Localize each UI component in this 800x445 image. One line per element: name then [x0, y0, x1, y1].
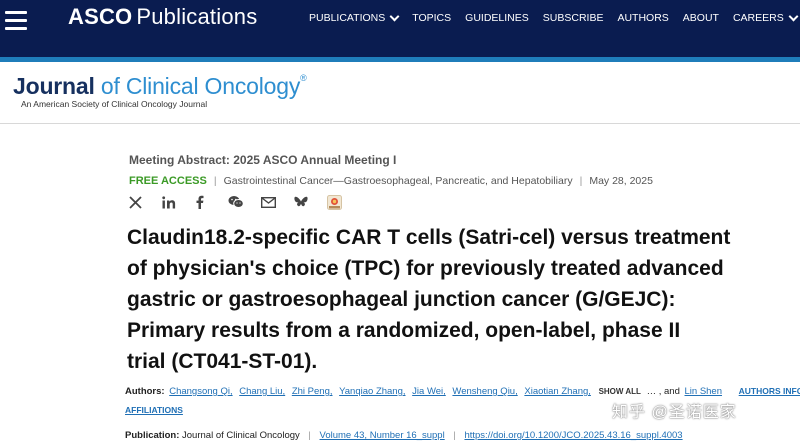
- separator: |: [579, 175, 583, 187]
- top-navigation-bar: ASCO Publications PUBLICATIONS TOPICS GUI…: [0, 0, 800, 57]
- title-line: of physician's choice (TPC) for previous…: [127, 257, 724, 280]
- publication-journal: Journal of Clinical Oncology: [182, 430, 300, 441]
- brand-rest: Publications: [136, 4, 258, 29]
- header-divider: [0, 123, 800, 124]
- watermark: 知乎 @圣诺医家: [612, 404, 737, 421]
- asco-publications-logo[interactable]: ASCO Publications: [68, 4, 257, 30]
- nav-label: GUIDELINES: [465, 12, 529, 24]
- nav-label: AUTHORS: [617, 12, 669, 24]
- nav-guidelines[interactable]: GUIDELINES: [465, 12, 529, 24]
- show-all-authors-button[interactable]: SHOW ALL: [599, 387, 641, 396]
- nav-careers[interactable]: CAREERS: [732, 11, 799, 24]
- category-link[interactable]: Gastrointestinal Cancer—Gastroesophageal…: [224, 175, 573, 187]
- journal-title: Journal of Clinical Oncology®: [13, 73, 307, 100]
- title-line: Primary results from a randomized, open-…: [127, 319, 681, 342]
- main-nav: PUBLICATIONS TOPICS GUIDELINES SUBSCRIBE…: [309, 11, 800, 24]
- nav-label: PUBLICATIONS: [309, 12, 386, 24]
- author-link[interactable]: Chang Liu,: [239, 386, 285, 397]
- authors-line: Authors: Changsong Qi, Chang Liu, Zhi Pe…: [125, 386, 800, 397]
- title-line: gastric or gastroesophageal junction can…: [127, 288, 676, 311]
- separator: |: [453, 430, 456, 441]
- registered-mark: ®: [300, 73, 307, 83]
- publication-label: Publication:: [125, 430, 180, 441]
- title-line: Claudin18.2-specific CAR T cells (Satri-…: [127, 226, 731, 249]
- facebook-icon[interactable]: [195, 193, 228, 211]
- bluesky-icon[interactable]: [294, 193, 327, 211]
- journal-subtitle: An American Society of Clinical Oncology…: [21, 99, 208, 109]
- author-link[interactable]: Jia Wei,: [412, 386, 446, 397]
- article-meta: FREE ACCESS | Gastrointestinal Cancer—Ga…: [129, 175, 653, 187]
- nav-authors[interactable]: AUTHORS: [617, 12, 668, 24]
- nav-subscribe[interactable]: SUBSCRIBE: [543, 12, 604, 24]
- authors-label: Authors:: [125, 386, 165, 397]
- author-link[interactable]: Zhi Peng,: [292, 386, 333, 397]
- authors-info-link[interactable]: AUTHORS INFO &: [739, 386, 800, 396]
- title-line: trial (CT041-ST-01).: [127, 350, 318, 373]
- email-icon[interactable]: [261, 193, 294, 211]
- nav-publications[interactable]: PUBLICATIONS: [309, 11, 400, 24]
- x-icon[interactable]: [129, 193, 162, 211]
- author-link[interactable]: Changsong Qi,: [169, 386, 232, 397]
- chevron-down-icon: [389, 11, 400, 21]
- free-access-badge: FREE ACCESS: [129, 175, 207, 187]
- nav-label: CAREERS: [732, 12, 784, 24]
- brand-bold: ASCO: [68, 4, 133, 29]
- nav-label: TOPICS: [412, 12, 452, 24]
- share-bar: [129, 193, 360, 211]
- author-link[interactable]: Wensheng Qiu,: [452, 386, 517, 397]
- journal-title-bold: Journal: [13, 73, 95, 99]
- meeting-label: Meeting Abstract: 2025 ASCO Annual Meeti…: [129, 153, 397, 167]
- nav-topics[interactable]: TOPICS: [412, 12, 451, 24]
- doi-link[interactable]: https://doi.org/10.1200/JCO.2025.43.16_s…: [464, 430, 682, 441]
- nav-label: ABOUT: [682, 12, 719, 24]
- affiliations-link[interactable]: AFFILIATIONS: [125, 405, 183, 415]
- author-link[interactable]: Lin Shen: [685, 386, 723, 397]
- author-link[interactable]: Xiaotian Zhang,: [524, 386, 591, 397]
- article-title: Claudin18.2-specific CAR T cells (Satri-…: [127, 222, 800, 377]
- authors-ellipsis: … , and: [646, 386, 680, 397]
- separator: |: [213, 175, 217, 187]
- publication-line: Publication: Journal of Clinical Oncolog…: [125, 430, 683, 441]
- accent-bar: [0, 57, 800, 62]
- author-link[interactable]: Yanqiao Zhang,: [339, 386, 405, 397]
- nav-label: SUBSCRIBE: [542, 12, 604, 24]
- separator: |: [308, 430, 311, 441]
- journal-logo[interactable]: Journal of Clinical Oncology® An America…: [13, 73, 307, 109]
- volume-link[interactable]: Volume 43, Number 16_suppl: [320, 430, 445, 441]
- wechat-icon[interactable]: [228, 193, 261, 211]
- chevron-down-icon: [788, 11, 799, 21]
- altmetric-icon[interactable]: [327, 193, 360, 211]
- publish-date: May 28, 2025: [589, 175, 653, 187]
- linkedin-icon[interactable]: [162, 193, 195, 211]
- hamburger-menu-icon[interactable]: [5, 11, 27, 31]
- nav-about[interactable]: ABOUT: [683, 12, 719, 24]
- journal-title-rest: of Clinical Oncology: [94, 73, 301, 99]
